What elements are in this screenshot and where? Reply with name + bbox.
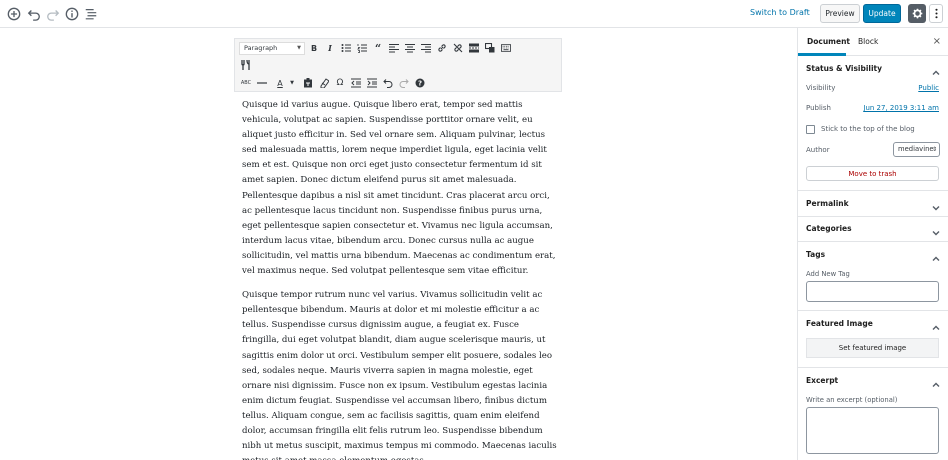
panel-title: Status & Visibility — [806, 64, 883, 73]
format-select-value: Paragraph — [244, 44, 278, 52]
chevron-down-icon — [931, 223, 941, 236]
blockquote-icon[interactable]: “ — [371, 41, 385, 55]
read-more-icon[interactable] — [467, 41, 481, 55]
visibility-label: Visibility — [806, 84, 836, 92]
redo-icon[interactable] — [45, 6, 61, 22]
settings-button[interactable] — [908, 4, 926, 23]
redo-icon[interactable] — [397, 76, 411, 90]
more-tools-button[interactable] — [929, 4, 943, 23]
bulleted-list-icon[interactable] — [339, 41, 353, 55]
chevron-up-icon — [931, 375, 941, 387]
publish-label: Publish — [806, 104, 831, 112]
info-icon[interactable] — [64, 6, 80, 22]
excerpt-label: Write an excerpt (optional) — [806, 396, 898, 404]
settings-sidebar: Document Block × Status & Visibility Vis… — [797, 28, 948, 460]
special-character-icon[interactable]: Ω — [333, 76, 347, 90]
panel-title: Tags — [806, 250, 826, 259]
add-block-icon[interactable] — [6, 6, 22, 22]
format-select[interactable]: Paragraph ▼ — [239, 42, 305, 55]
paragraph[interactable]: Quisque id varius augue. Quisque libero … — [242, 98, 558, 279]
align-left-icon[interactable] — [387, 41, 401, 55]
align-right-icon[interactable] — [419, 41, 433, 55]
set-featured-image-button[interactable]: Set featured image — [806, 338, 939, 358]
strikethrough-icon[interactable]: ABC — [239, 76, 253, 90]
close-icon[interactable]: × — [933, 36, 941, 47]
excerpt-panel-toggle[interactable]: Excerpt — [798, 368, 948, 394]
classic-block-toolbar: Paragraph ▼ B I “ ABC A ▼ Ω ? — [234, 38, 562, 92]
bold-icon[interactable]: B — [307, 41, 321, 55]
panel-title: Categories — [806, 224, 852, 233]
chevron-down-icon[interactable]: ▼ — [285, 76, 299, 90]
chevron-up-icon — [931, 63, 941, 75]
numbered-list-icon[interactable] — [355, 41, 369, 55]
paste-as-text-icon[interactable] — [301, 76, 315, 90]
add-tag-label: Add New Tag — [806, 270, 850, 278]
indent-icon[interactable] — [365, 76, 379, 90]
kitchen-sink-icon[interactable] — [239, 58, 253, 72]
tab-block[interactable]: Block — [858, 37, 878, 46]
excerpt-textarea[interactable] — [806, 407, 939, 454]
author-label: Author — [806, 146, 830, 154]
align-center-icon[interactable] — [403, 41, 417, 55]
author-select-value: mediavine — [898, 145, 934, 153]
tab-document[interactable]: Document — [807, 37, 850, 46]
preview-button[interactable]: Preview — [820, 4, 860, 23]
italic-icon[interactable]: I — [323, 41, 337, 55]
outdent-icon[interactable] — [349, 76, 363, 90]
sticky-label[interactable]: Stick to the top of the blog — [821, 125, 915, 133]
chevron-up-icon — [931, 249, 941, 261]
more-vertical-icon — [934, 8, 938, 19]
chevron-up-icon — [931, 318, 941, 330]
update-button[interactable]: Update — [863, 4, 901, 23]
sidebar-tabs: Document Block × — [798, 28, 948, 56]
featured-image-panel-toggle[interactable]: Featured Image — [798, 311, 948, 337]
chevron-down-icon: ▼ — [297, 45, 301, 51]
panel-title: Excerpt — [806, 376, 839, 385]
switch-to-draft-link[interactable]: Switch to Draft — [750, 6, 810, 20]
editor-header: Switch to Draft Preview Update — [0, 0, 948, 28]
sticky-checkbox[interactable] — [806, 125, 815, 134]
visibility-toggle[interactable]: Public — [918, 84, 939, 92]
link-icon[interactable] — [435, 41, 449, 55]
move-to-trash-button[interactable]: Move to trash — [806, 166, 939, 181]
svg-text:?: ? — [418, 80, 422, 88]
clear-formatting-icon[interactable] — [317, 76, 331, 90]
undo-icon[interactable] — [381, 76, 395, 90]
categories-panel-toggle[interactable]: Categories — [798, 216, 948, 242]
gear-icon — [912, 8, 922, 19]
post-content[interactable]: Quisque id varius augue. Quisque libero … — [242, 98, 558, 460]
paragraph[interactable]: Quisque tempor rutrum nunc vel varius. V… — [242, 288, 558, 460]
tags-panel-toggle[interactable]: Tags — [798, 242, 948, 268]
author-select[interactable]: mediavine ⇕ — [893, 142, 940, 157]
publish-date-toggle[interactable]: Jun 27, 2019 3:11 am — [863, 104, 939, 112]
tag-input[interactable] — [806, 281, 939, 302]
horizontal-line-icon[interactable] — [255, 76, 269, 90]
chevron-down-icon — [931, 198, 941, 211]
undo-icon[interactable] — [26, 6, 42, 22]
panel-title: Featured Image — [806, 319, 873, 328]
chevron-updown-icon: ⇕ — [931, 146, 937, 153]
outline-icon[interactable] — [83, 6, 99, 22]
unlink-icon[interactable] — [451, 41, 465, 55]
status-visibility-panel-toggle[interactable]: Status & Visibility — [798, 56, 948, 82]
keyboard-icon[interactable] — [499, 41, 513, 55]
help-icon[interactable]: ? — [413, 76, 427, 90]
permalink-panel-toggle[interactable]: Permalink — [798, 191, 948, 217]
panel-title: Permalink — [806, 199, 849, 208]
toolbar-toggle-icon[interactable] — [483, 41, 497, 55]
